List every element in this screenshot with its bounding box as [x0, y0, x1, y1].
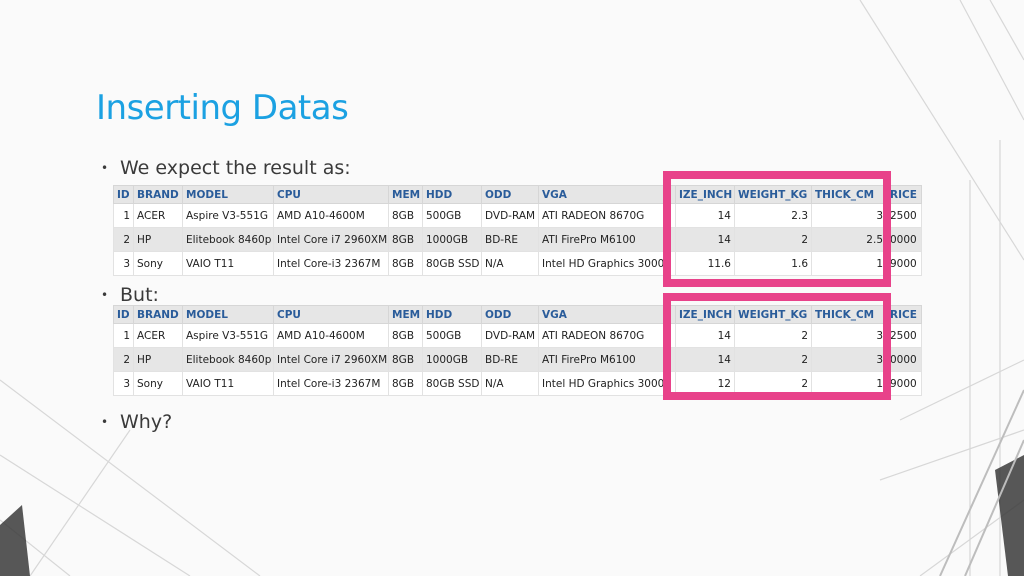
table-cell: Intel Core-i3 2367M: [273, 251, 389, 276]
table-cell: 0000: [886, 227, 922, 252]
highlight-box-expected: [663, 171, 891, 287]
slide-title: Inserting Datas: [96, 88, 349, 128]
column-header[interactable]: BRAND: [133, 305, 183, 324]
table-cell: 2: [113, 347, 134, 372]
table-cell: 8GB: [388, 227, 423, 252]
table-cell: 8GB: [388, 347, 423, 372]
table-cell: BD-RE: [481, 347, 539, 372]
column-header[interactable]: MODEL: [182, 185, 274, 204]
table-cell: 500GB: [422, 203, 482, 228]
column-header[interactable]: CPU: [273, 305, 389, 324]
table-cell: VAIO T11: [182, 251, 274, 276]
column-header[interactable]: CPU: [273, 185, 389, 204]
table-cell: N/A: [481, 251, 539, 276]
table-cell: Intel Core i7 2960XM: [273, 227, 389, 252]
table-cell: 3: [113, 251, 134, 276]
column-header[interactable]: HDD: [422, 185, 482, 204]
column-header[interactable]: HDD: [422, 305, 482, 324]
table-cell: DVD-RAM: [481, 203, 539, 228]
column-header[interactable]: VGA: [538, 185, 676, 204]
table-cell: Aspire V3-551G: [182, 323, 274, 348]
bullet-why: • Why?: [101, 409, 172, 435]
table-cell: 1: [113, 203, 134, 228]
table-cell: HP: [133, 347, 183, 372]
bullet-text: We expect the result as:: [120, 157, 351, 179]
table-cell: 1000GB: [422, 347, 482, 372]
table-cell: 500GB: [422, 323, 482, 348]
table-cell: 8GB: [388, 371, 423, 396]
table-cell: 9000: [886, 371, 922, 396]
table-cell: N/A: [481, 371, 539, 396]
bullet-dot: •: [101, 161, 109, 175]
column-header[interactable]: MEM: [388, 305, 423, 324]
table-cell: Sony: [133, 371, 183, 396]
table-cell: HP: [133, 227, 183, 252]
table-cell: 8GB: [388, 203, 423, 228]
table-cell: ACER: [133, 203, 183, 228]
table-cell: 2: [113, 227, 134, 252]
table-cell: 2500: [886, 203, 922, 228]
table-cell: AMD A10-4600M: [273, 323, 389, 348]
table-cell: VAIO T11: [182, 371, 274, 396]
table-cell: Aspire V3-551G: [182, 203, 274, 228]
bullet-text: Why?: [120, 411, 173, 433]
table-cell: 8GB: [388, 251, 423, 276]
column-header[interactable]: MODEL: [182, 305, 274, 324]
column-header[interactable]: ODD: [481, 305, 539, 324]
table-cell: Intel Core i7 2960XM: [273, 347, 389, 372]
table-cell: 9000: [886, 251, 922, 276]
table-cell: Elitebook 8460p: [182, 347, 274, 372]
table-cell: ATI FirePro M6100: [538, 347, 676, 372]
table-cell: 3: [113, 371, 134, 396]
table-cell: 1: [113, 323, 134, 348]
table-cell: 2500: [886, 323, 922, 348]
column-header[interactable]: BRAND: [133, 185, 183, 204]
table-cell: Intel HD Graphics 3000: [538, 371, 676, 396]
column-header[interactable]: MEM: [388, 185, 423, 204]
column-header[interactable]: VGA: [538, 305, 676, 324]
table-cell: Intel Core-i3 2367M: [273, 371, 389, 396]
table-cell: Sony: [133, 251, 183, 276]
column-header[interactable]: ID: [113, 185, 134, 204]
table-cell: 8GB: [388, 323, 423, 348]
bullet-expect: • We expect the result as:: [101, 155, 351, 181]
table-cell: ACER: [133, 323, 183, 348]
table-cell: 80GB SSD: [422, 251, 482, 276]
table-cell: 1000GB: [422, 227, 482, 252]
column-header[interactable]: ODD: [481, 185, 539, 204]
table-cell: ATI RADEON 8670G: [538, 323, 676, 348]
column-header[interactable]: RICE: [886, 305, 922, 324]
table-cell: Intel HD Graphics 3000: [538, 251, 676, 276]
table-cell: ATI FirePro M6100: [538, 227, 676, 252]
table-cell: 0000: [886, 347, 922, 372]
table-cell: AMD A10-4600M: [273, 203, 389, 228]
table-cell: Elitebook 8460p: [182, 227, 274, 252]
table-cell: DVD-RAM: [481, 323, 539, 348]
table-cell: ATI RADEON 8670G: [538, 203, 676, 228]
highlight-box-actual: [663, 293, 891, 400]
bullet-text: But:: [120, 284, 159, 306]
table-cell: 80GB SSD: [422, 371, 482, 396]
table-cell: BD-RE: [481, 227, 539, 252]
bullet-dot: •: [101, 415, 109, 429]
column-header[interactable]: RICE: [886, 185, 922, 204]
column-header[interactable]: ID: [113, 305, 134, 324]
